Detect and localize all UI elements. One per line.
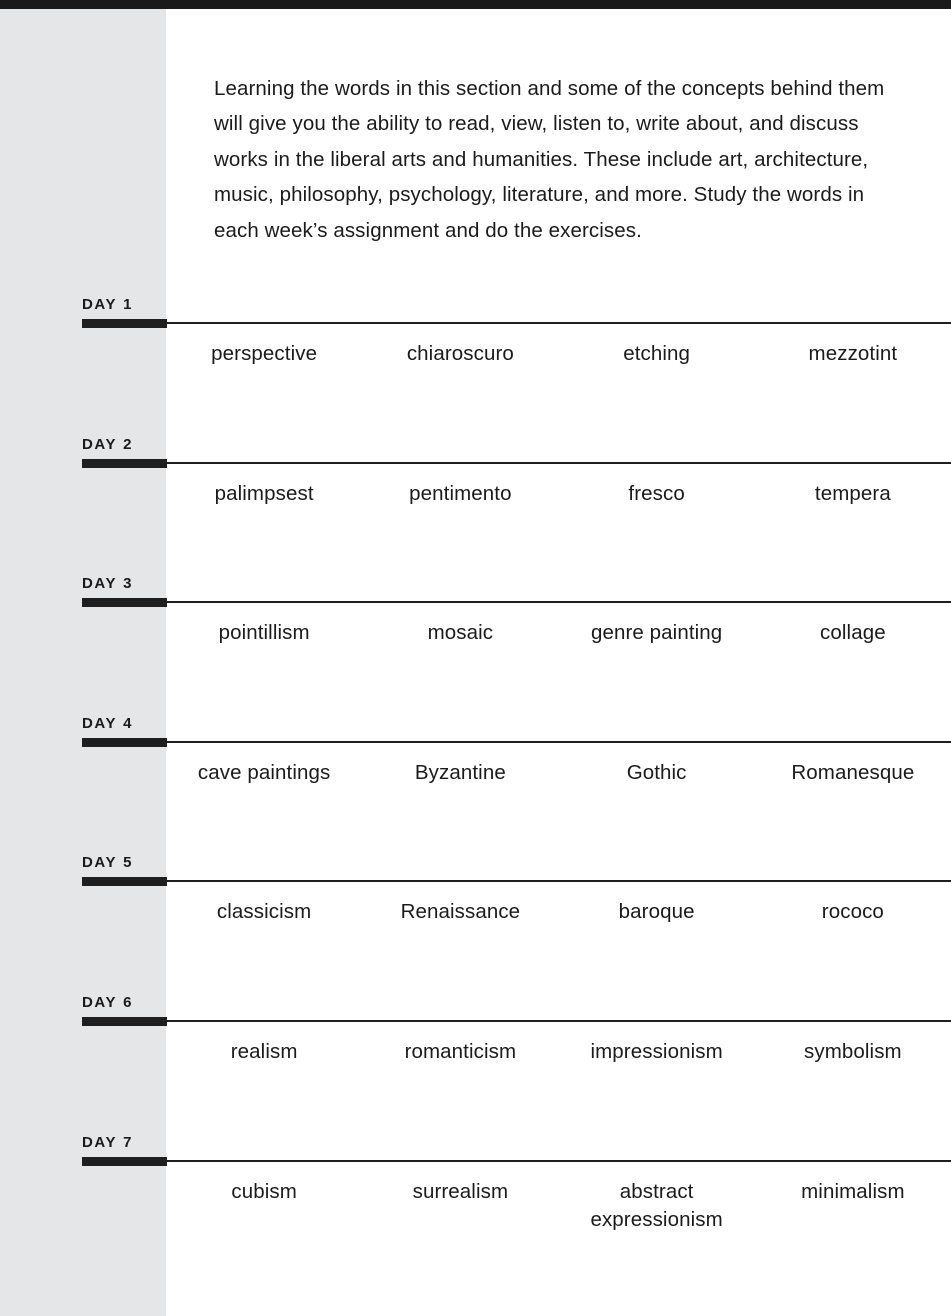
word-row: pointillism mosaic genre painting collage — [166, 619, 951, 647]
day-heading-word: DAY — [82, 1133, 118, 1151]
day-underline-block — [82, 1156, 167, 1166]
vocabulary-word: rococo — [821, 900, 884, 924]
day-underline-block — [82, 598, 167, 608]
day-heading-word: DAY — [82, 714, 118, 732]
day-underline-block — [82, 877, 167, 887]
vocabulary-word: classicism — [216, 900, 312, 924]
vocabulary-word: etching — [623, 342, 691, 365]
word-row: cubism surrealism abstract expressionism mi… — [166, 1178, 951, 1234]
vocabulary-word: pointillism — [218, 621, 310, 645]
day-heading: DAY 6 — [82, 994, 133, 1011]
day-heading-number: 3 — [123, 575, 134, 593]
day-divider-rule — [166, 880, 951, 883]
day-heading: DAY 2 — [82, 436, 133, 453]
day-divider-rule — [166, 461, 951, 464]
day-underline-block — [82, 1017, 167, 1026]
vocabulary-word: Romanesque — [791, 760, 915, 784]
vocabulary-word: Gothic — [626, 760, 687, 784]
vocabulary-word: impressionism — [590, 1040, 723, 1063]
vocabulary-word: mosaic — [427, 621, 494, 645]
day-heading-number: 1 — [123, 296, 134, 313]
day-heading: DAY 4 — [82, 715, 133, 732]
vocabulary-word: minimalism — [801, 1179, 905, 1203]
vocabulary-word: tempera — [814, 481, 891, 505]
document-page: Learning the words in this section and s… — [0, 0, 951, 1316]
vocabulary-word: Renaissance — [400, 900, 521, 924]
day-heading-word: DAY — [82, 994, 118, 1011]
vocabulary-word: genre painting — [590, 621, 723, 645]
day-heading-word: DAY — [82, 575, 118, 593]
word-row: realism romanticism impressionism symbolism — [166, 1038, 951, 1066]
day-heading-number: 2 — [123, 435, 134, 453]
vocabulary-word: pentimento — [409, 481, 512, 505]
vocabulary-word: chiaroscuro — [406, 342, 514, 365]
vocabulary-word: symbolism — [804, 1040, 902, 1063]
day-divider-rule — [166, 740, 951, 743]
day-divider-rule — [166, 322, 951, 324]
vocabulary-word: perspective — [211, 342, 318, 365]
day-underline-block — [82, 319, 167, 328]
day-divider-rule — [166, 1159, 951, 1162]
vocabulary-word: collage — [820, 621, 886, 645]
vocabulary-word: Byzantine — [414, 760, 506, 784]
day-heading-number: 5 — [123, 854, 134, 872]
intro-paragraph: Learning the words in this section and s… — [214, 76, 885, 242]
vocabulary-word: surrealism — [412, 1179, 509, 1203]
vocabulary-word: abstract expressionism — [590, 1179, 723, 1231]
day-heading: DAY 1 — [82, 296, 133, 313]
word-row: palimpsest pentimento fresco tempera — [166, 480, 951, 508]
vocabulary-word: cubism — [231, 1179, 297, 1203]
day-heading: DAY 5 — [82, 854, 133, 871]
day-heading: DAY 7 — [82, 1134, 133, 1151]
day-heading-number: 7 — [123, 1133, 134, 1151]
vocabulary-word: fresco — [628, 481, 685, 505]
vocabulary-word: mezzotint — [808, 342, 898, 365]
day-underline-block — [82, 737, 167, 747]
vocabulary-word: palimpsest — [214, 481, 314, 505]
day-underline-block — [82, 458, 167, 468]
day-heading-word: DAY — [82, 435, 118, 453]
day-heading-number: 6 — [123, 994, 134, 1011]
vocabulary-word: realism — [230, 1040, 298, 1063]
word-row: classicism Renaissance baroque rococo — [166, 898, 951, 926]
left-sidebar-band — [0, 9, 166, 1316]
vocabulary-word: romanticism — [404, 1040, 517, 1063]
day-heading: DAY 3 — [82, 575, 133, 592]
word-row: perspective chiaroscuro etching mezzotint — [166, 340, 951, 368]
word-row: cave paintings Byzantine Gothic Romanesque — [166, 759, 951, 787]
vocabulary-word: baroque — [618, 900, 695, 924]
day-heading-word: DAY — [82, 854, 118, 872]
day-heading-number: 4 — [123, 714, 134, 732]
vocabulary-word: cave paintings — [197, 760, 331, 784]
day-heading-word: DAY — [82, 296, 118, 313]
day-divider-rule — [166, 1020, 951, 1022]
top-rule — [0, 0, 951, 9]
day-divider-rule — [166, 601, 951, 604]
